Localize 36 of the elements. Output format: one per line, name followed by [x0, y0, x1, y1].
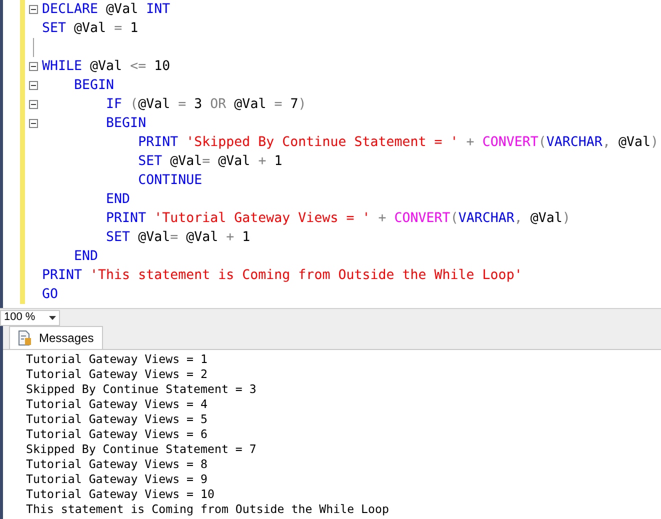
- message-line: Tutorial Gateway Views = 2: [26, 367, 208, 382]
- collapse-icon[interactable]: [29, 5, 38, 14]
- code-line: BEGIN: [105, 115, 146, 133]
- code-line: SET @Val = 1: [42, 20, 138, 38]
- document-icon: [18, 330, 32, 346]
- message-line: Tutorial Gateway Views = 8: [26, 457, 208, 472]
- code-line: WHILE @Val <= 10: [42, 58, 170, 76]
- code-line: SET @Val= @Val + 1: [105, 229, 250, 247]
- code-line: END: [105, 191, 130, 209]
- message-line: Tutorial Gateway Views = 4: [26, 397, 208, 412]
- code-line: IF (@Val = 3 OR @Val = 7): [105, 96, 306, 114]
- message-line: Tutorial Gateway Views = 6: [26, 427, 208, 442]
- code-line: SET @Val= @Val + 1: [137, 153, 282, 171]
- message-line: Skipped By Continue Statement = 7: [26, 442, 258, 457]
- code-line: PRINT 'Skipped By Continue Statement = ' + CONVERT(VARCHAR, @Val): [137, 134, 658, 152]
- message-line: Tutorial Gateway Views = 9: [26, 472, 208, 487]
- code-line: PRINT 'Tutorial Gateway Views = ' + CONVERT(VARCHAR, @Val): [105, 210, 570, 228]
- message-line: Skipped By Continue Statement = 3: [26, 382, 258, 397]
- code-line: DECLARE @Val INT: [42, 1, 170, 19]
- collapse-icon[interactable]: [29, 100, 38, 109]
- code-line: PRINT 'This statement is Coming from Outside the While Loop': [42, 267, 522, 285]
- message-line: This statement is Coming from Outside the While Loop: [26, 502, 390, 517]
- code-line: CONTINUE: [137, 172, 202, 190]
- collapse-icon[interactable]: [29, 81, 38, 90]
- message-line: Tutorial Gateway Views = 1: [26, 352, 208, 367]
- collapse-icon[interactable]: [29, 62, 38, 71]
- message-line: Tutorial Gateway Views = 10: [26, 487, 216, 502]
- code-line: GO: [42, 286, 58, 304]
- collapse-icon[interactable]: [29, 119, 38, 128]
- code-line: BEGIN: [73, 77, 114, 95]
- zoom-dropdown[interactable]: 100 %: [0, 310, 60, 326]
- code-line: END: [73, 248, 98, 266]
- messages-tab[interactable]: Messages: [9, 326, 103, 349]
- message-line: Tutorial Gateway Views = 5: [26, 412, 208, 427]
- caret-icon: [49, 316, 56, 320]
- fold-guide-line: [33, 38, 34, 57]
